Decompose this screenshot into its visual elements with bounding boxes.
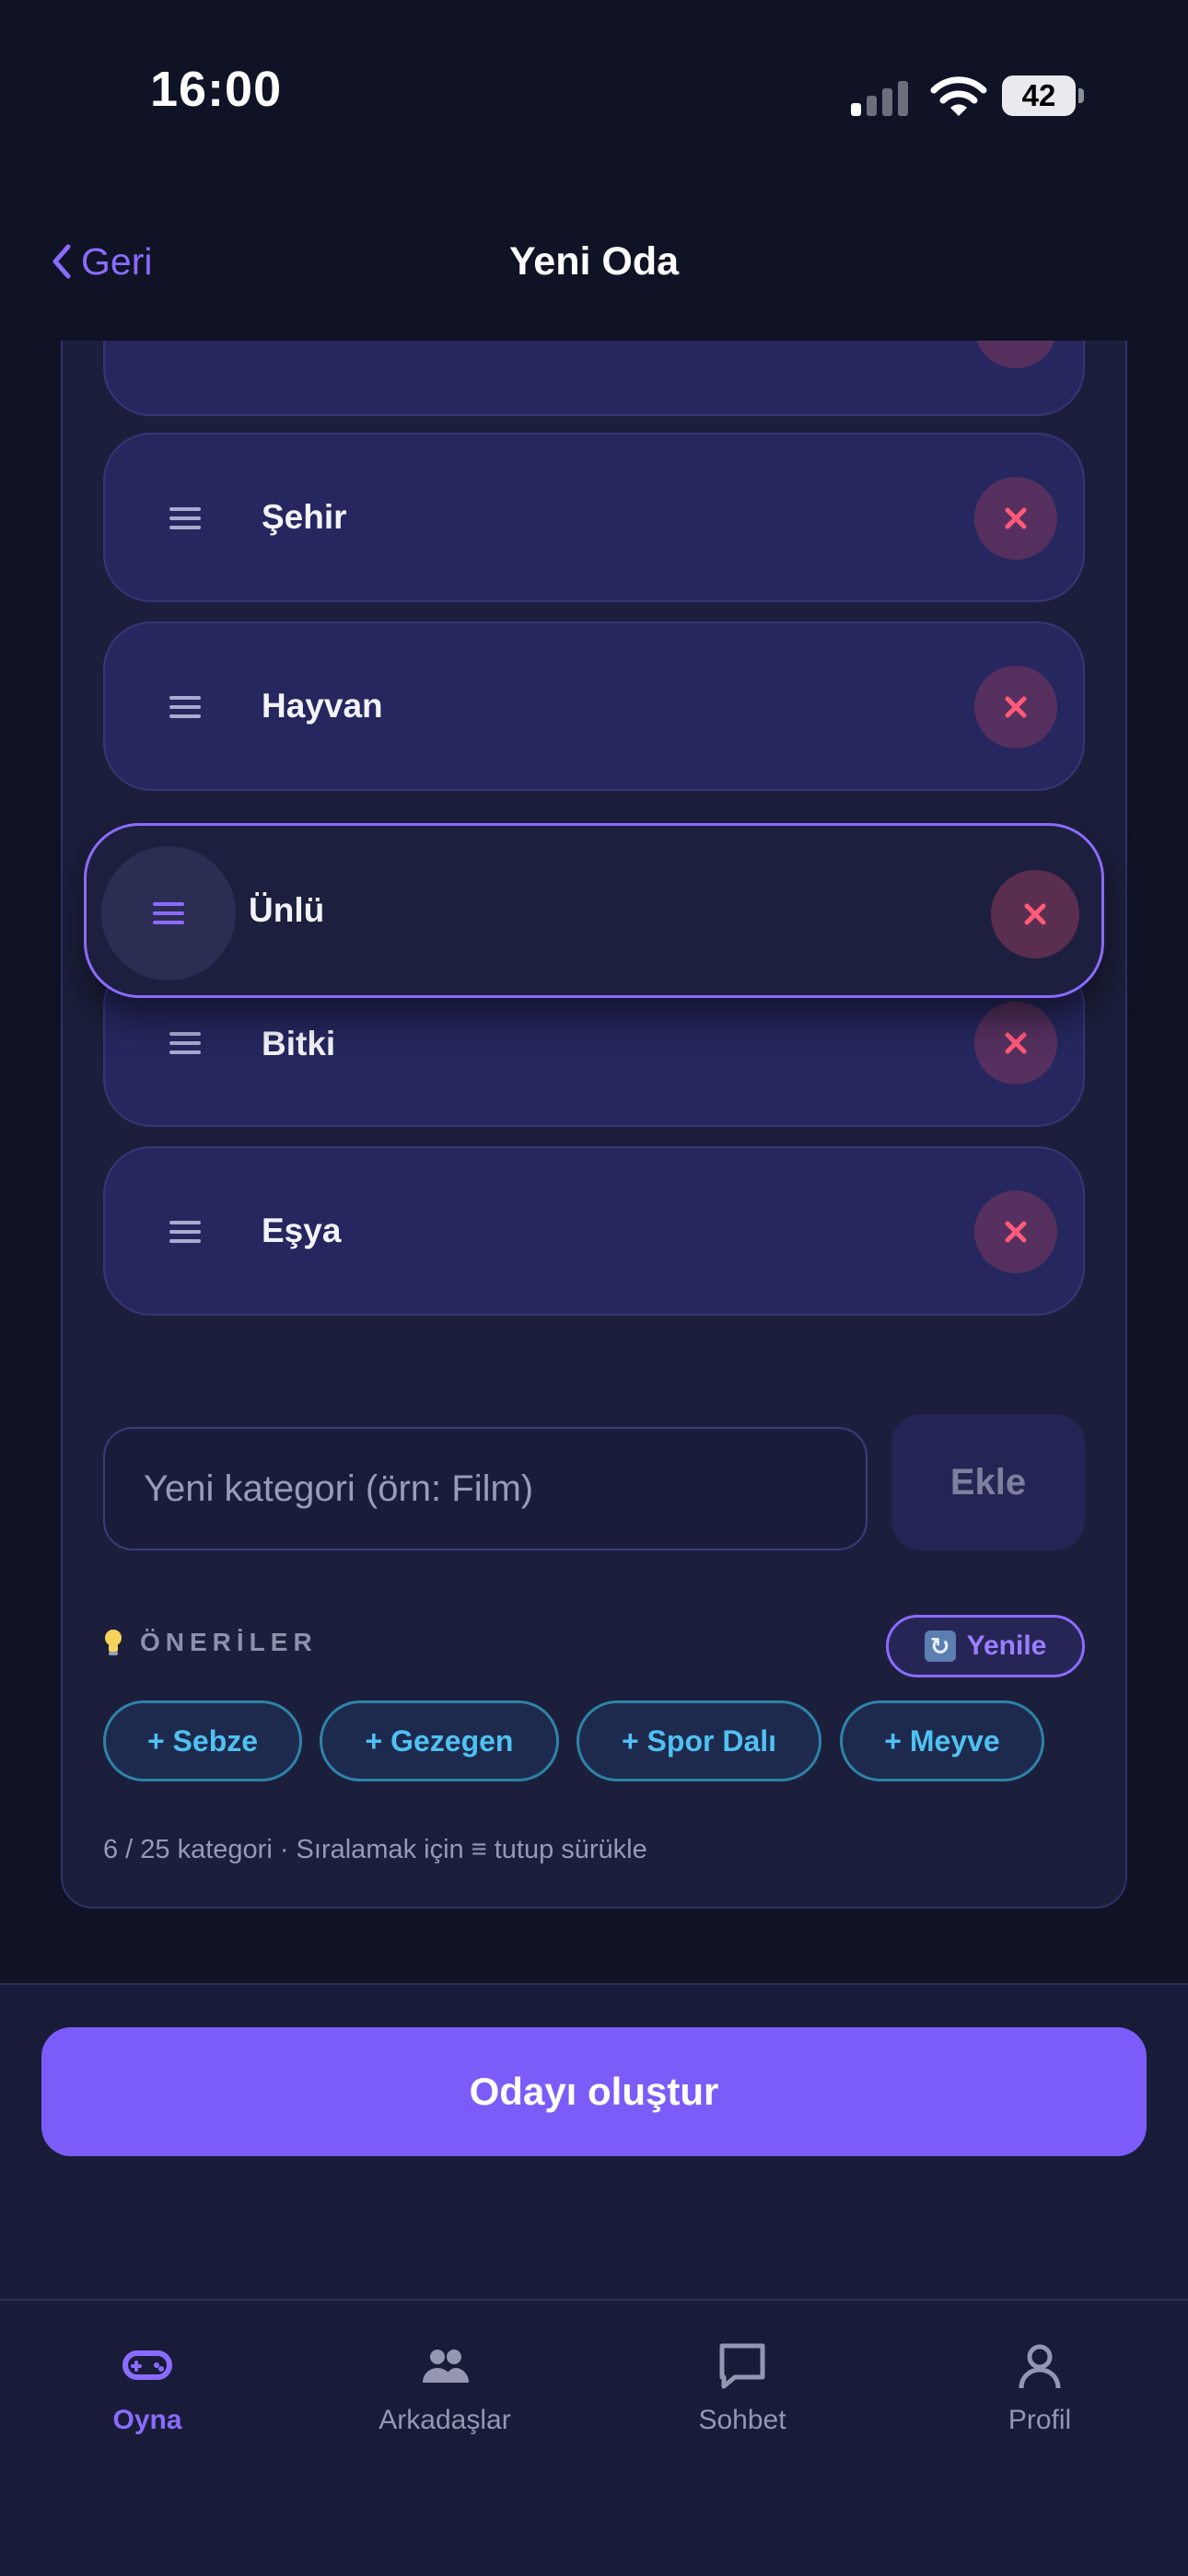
category-count-hint: 6 / 25 kategori · Sıralamak için ≡ tutup… bbox=[103, 1835, 647, 1864]
tab-friends[interactable]: Arkadaşlar bbox=[330, 2338, 560, 2436]
tab-label: Profil bbox=[1007, 2405, 1072, 2435]
delete-category-button[interactable] bbox=[974, 1190, 1057, 1273]
category-label: Şehir bbox=[262, 498, 347, 536]
category-row[interactable]: Eşya bbox=[103, 1146, 1085, 1316]
close-icon bbox=[1005, 1032, 1027, 1054]
category-label: Hayvan bbox=[262, 687, 383, 725]
battery-icon: 42 bbox=[1002, 75, 1085, 116]
tab-play[interactable]: Oyna bbox=[32, 2338, 262, 2436]
delete-category-button[interactable] bbox=[974, 477, 1057, 560]
friends-icon bbox=[423, 2350, 469, 2383]
drag-handle-icon[interactable] bbox=[153, 901, 184, 925]
create-room-button[interactable]: Odayı oluştur bbox=[41, 2027, 1147, 2156]
category-label: Eşya bbox=[262, 1212, 342, 1249]
back-button[interactable]: Geri bbox=[50, 234, 152, 289]
suggestions-heading: ÖNERİLER bbox=[103, 1628, 318, 1657]
suggestion-chip[interactable]: + Sebze bbox=[103, 1700, 302, 1781]
signal-icon bbox=[851, 79, 910, 116]
close-icon bbox=[1005, 696, 1027, 718]
category-row[interactable]: Şehir bbox=[103, 433, 1085, 602]
drag-handle-icon[interactable] bbox=[169, 1031, 201, 1055]
refresh-label: Yenile bbox=[966, 1630, 1047, 1661]
close-icon bbox=[1005, 507, 1027, 529]
close-icon bbox=[1024, 903, 1046, 925]
refresh-icon: ↻ bbox=[924, 1630, 956, 1662]
suggestions-title: ÖNERİLER bbox=[140, 1628, 318, 1656]
suggestion-chip[interactable]: + Spor Dalı bbox=[577, 1700, 821, 1781]
suggestion-chip[interactable]: + Meyve bbox=[840, 1700, 1044, 1781]
chat-icon bbox=[719, 2343, 765, 2389]
refresh-suggestions-button[interactable]: ↻ Yenile bbox=[886, 1615, 1085, 1677]
close-icon bbox=[1005, 1221, 1027, 1243]
status-time: 16:00 bbox=[150, 62, 283, 117]
tab-label: Arkadaşlar bbox=[379, 2405, 511, 2435]
top-bar bbox=[0, 0, 1188, 341]
chevron-left-icon bbox=[52, 244, 71, 279]
tab-label: Sohbet bbox=[698, 2405, 786, 2435]
delete-category-button[interactable] bbox=[974, 1002, 1057, 1085]
new-category-input[interactable]: Yeni kategori (örn: Film) bbox=[103, 1427, 868, 1550]
page-title: Yeni Oda bbox=[508, 239, 679, 284]
lightbulb-icon bbox=[105, 1630, 122, 1655]
drag-handle-icon[interactable] bbox=[169, 1220, 201, 1244]
tab-label: Oyna bbox=[112, 2405, 182, 2435]
category-row-dragging[interactable]: Ünlü bbox=[84, 823, 1104, 998]
tab-chat[interactable]: Sohbet bbox=[627, 2338, 857, 2436]
wifi-icon bbox=[930, 76, 987, 116]
profile-icon bbox=[1019, 2344, 1061, 2389]
category-row[interactable]: Hayvan bbox=[103, 621, 1085, 791]
suggestion-chip[interactable]: + Gezegen bbox=[320, 1700, 559, 1781]
back-label: Geri bbox=[81, 239, 153, 283]
drag-handle-icon[interactable] bbox=[169, 695, 201, 719]
add-category-button[interactable]: Ekle bbox=[891, 1414, 1085, 1550]
tab-profile[interactable]: Profil bbox=[925, 2338, 1155, 2436]
delete-category-button[interactable] bbox=[991, 870, 1079, 958]
drag-handle-icon[interactable] bbox=[169, 506, 201, 530]
delete-category-button[interactable] bbox=[974, 666, 1057, 748]
category-label: Ünlü bbox=[249, 891, 325, 929]
gamepad-icon bbox=[122, 2350, 172, 2380]
battery-level: 42 bbox=[1002, 75, 1076, 116]
